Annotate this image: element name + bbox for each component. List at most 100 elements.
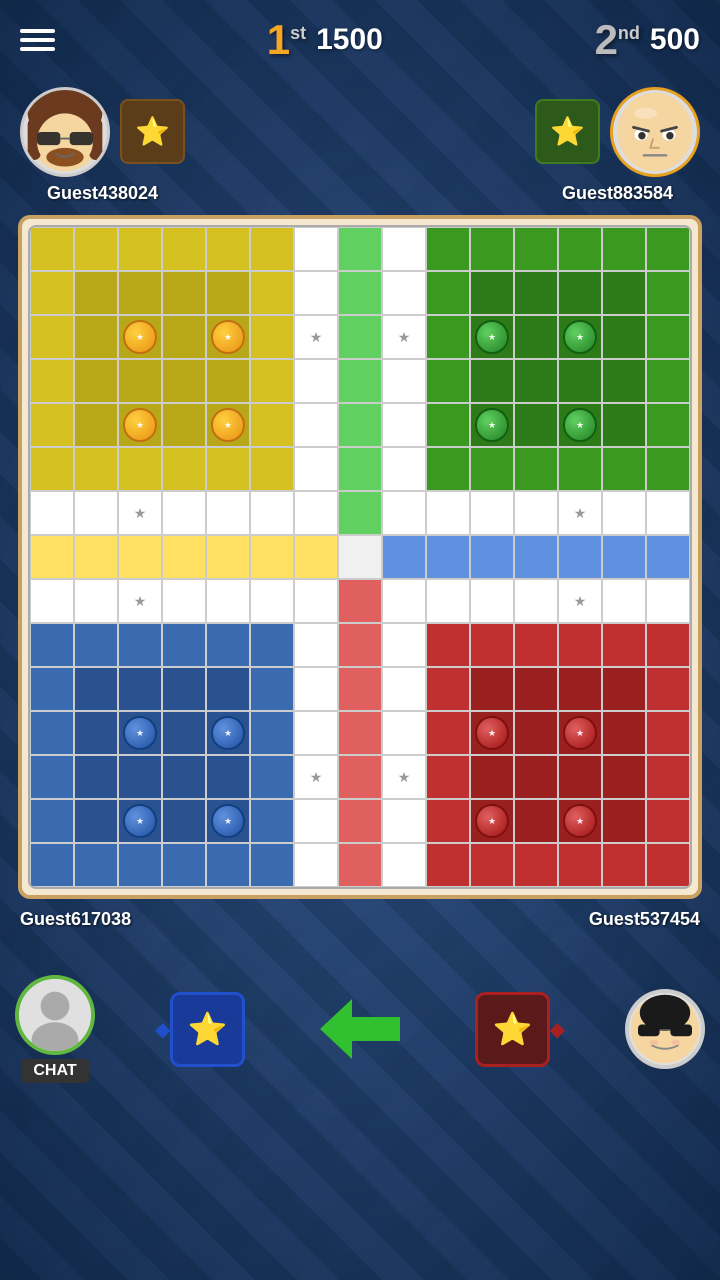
cell-14-10 [470, 843, 514, 887]
cell-3-14 [646, 359, 690, 403]
cell-8-5 [250, 579, 294, 623]
cell-2-9 [426, 315, 470, 359]
cell-9-10 [470, 623, 514, 667]
cell-12-2 [118, 755, 162, 799]
avatar-top-right [610, 87, 700, 177]
cell-2-4: ★ [206, 315, 250, 359]
cell-8-6 [294, 579, 338, 623]
cell-0-14 [646, 227, 690, 271]
cell-10-2 [118, 667, 162, 711]
piece-yellow[interactable]: ★ [211, 408, 245, 442]
cell-11-5 [250, 711, 294, 755]
rank1-badge: 1st [267, 19, 306, 61]
piece-green[interactable]: ★ [475, 408, 509, 442]
cell-9-14 [646, 623, 690, 667]
piece-green[interactable]: ★ [563, 408, 597, 442]
piece-yellow[interactable]: ★ [211, 320, 245, 354]
cell-5-6 [294, 447, 338, 491]
piece-red[interactable]: ★ [563, 804, 597, 838]
cell-4-13 [602, 403, 646, 447]
cell-7-3 [162, 535, 206, 579]
cell-10-4 [206, 667, 250, 711]
cell-7-12 [558, 535, 602, 579]
rank1-section: 1st 1500 [267, 19, 383, 61]
cell-8-2: ★ [118, 579, 162, 623]
cell-4-1 [74, 403, 118, 447]
chat-label[interactable]: CHAT [21, 1059, 88, 1083]
cell-5-13 [602, 447, 646, 491]
cell-11-6 [294, 711, 338, 755]
cell-10-7 [338, 667, 382, 711]
cell-0-12 [558, 227, 602, 271]
star-box-bottom-blue[interactable]: ⭐ [170, 992, 245, 1067]
cell-14-8 [382, 843, 426, 887]
cell-10-3 [162, 667, 206, 711]
cell-1-6 [294, 271, 338, 315]
cell-0-11 [514, 227, 558, 271]
cell-10-8 [382, 667, 426, 711]
cell-7-9 [426, 535, 470, 579]
cell-14-5 [250, 843, 294, 887]
cell-14-9 [426, 843, 470, 887]
cell-2-7 [338, 315, 382, 359]
cell-12-1 [74, 755, 118, 799]
cell-10-5 [250, 667, 294, 711]
cell-13-12: ★ [558, 799, 602, 843]
cell-2-8: ★ [382, 315, 426, 359]
piece-blue[interactable]: ★ [211, 716, 245, 750]
cell-6-3 [162, 491, 206, 535]
piece-blue[interactable]: ★ [123, 716, 157, 750]
cell-3-5 [250, 359, 294, 403]
cell-7-11 [514, 535, 558, 579]
cell-3-11 [514, 359, 558, 403]
cell-2-3 [162, 315, 206, 359]
cell-13-5 [250, 799, 294, 843]
cell-2-5 [250, 315, 294, 359]
cell-2-11 [514, 315, 558, 359]
cell-13-3 [162, 799, 206, 843]
piece-yellow[interactable]: ★ [123, 320, 157, 354]
piece-blue[interactable]: ★ [211, 804, 245, 838]
cell-1-10 [470, 271, 514, 315]
cell-7-14 [646, 535, 690, 579]
cell-11-14 [646, 711, 690, 755]
cell-11-11 [514, 711, 558, 755]
cell-1-4 [206, 271, 250, 315]
cell-6-13 [602, 491, 646, 535]
cell-9-9 [426, 623, 470, 667]
cell-11-9 [426, 711, 470, 755]
cell-13-2: ★ [118, 799, 162, 843]
game-board: ★★★★★★★★★★★★★★★★★★★★★★★★ [8, 215, 712, 899]
cell-9-13 [602, 623, 646, 667]
cell-10-10 [470, 667, 514, 711]
star-box-bottom-red[interactable]: ⭐ [475, 992, 550, 1067]
piece-green[interactable]: ★ [563, 320, 597, 354]
cell-12-12 [558, 755, 602, 799]
piece-yellow[interactable]: ★ [123, 408, 157, 442]
cell-6-9 [426, 491, 470, 535]
cell-11-13 [602, 711, 646, 755]
cell-0-7 [338, 227, 382, 271]
piece-blue[interactable]: ★ [123, 804, 157, 838]
piece-red[interactable]: ★ [563, 716, 597, 750]
cell-3-13 [602, 359, 646, 403]
cell-10-12 [558, 667, 602, 711]
cell-5-14 [646, 447, 690, 491]
cell-13-13 [602, 799, 646, 843]
cell-9-6 [294, 623, 338, 667]
cell-9-5 [250, 623, 294, 667]
cell-0-4 [206, 227, 250, 271]
cell-5-10 [470, 447, 514, 491]
piece-green[interactable]: ★ [475, 320, 509, 354]
cell-6-7 [338, 491, 382, 535]
chat-section[interactable]: CHAT [15, 975, 95, 1083]
cell-4-14 [646, 403, 690, 447]
cell-6-5 [250, 491, 294, 535]
piece-red[interactable]: ★ [475, 804, 509, 838]
cell-10-14 [646, 667, 690, 711]
menu-button[interactable] [20, 29, 55, 51]
player-top-right-row: ⭐ [535, 87, 700, 177]
piece-red[interactable]: ★ [475, 716, 509, 750]
bottom-player-names: Guest617038 Guest537454 [0, 904, 720, 964]
cell-9-2 [118, 623, 162, 667]
